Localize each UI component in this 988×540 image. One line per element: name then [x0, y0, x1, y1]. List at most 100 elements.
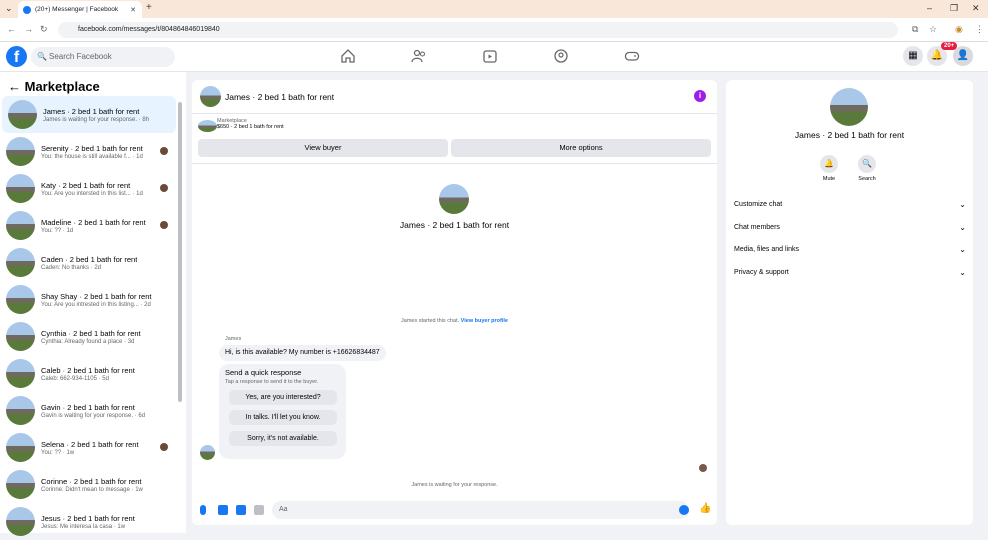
conversation-item[interactable]: Cynthia · 2 bed 1 bath for rent Cynthia: …	[0, 318, 178, 355]
listing-summary[interactable]: Marketplace $650 · 2 bed 1 bath for rent	[198, 118, 284, 132]
message-sender: James	[225, 336, 242, 342]
close-window-icon[interactable]: ✕	[972, 3, 980, 14]
close-tab-icon[interactable]: ✕	[130, 6, 136, 14]
conversation-preview: You: ?? · 1w	[41, 449, 75, 456]
bookmark-star-icon[interactable]: ☆	[929, 24, 937, 35]
conversation-item[interactable]: James · 2 bed 1 bath for rent James is wa…	[2, 96, 176, 133]
gif-icon[interactable]	[254, 505, 264, 515]
chat-header: James · 2 bed 1 bath for rent i	[192, 80, 717, 114]
media-files-links-label: Media, files and links	[734, 246, 799, 253]
chevron-down-icon: ⌄	[959, 268, 966, 277]
url-text: facebook.com/messages/t/804864846019840	[78, 26, 220, 33]
details-avatar[interactable]	[830, 88, 868, 126]
conversation-sidebar: ← Marketplace James · 2 bed 1 bath for r…	[0, 72, 186, 536]
conversation-info-icon[interactable]: i	[694, 90, 706, 102]
menu-grid-icon[interactable]: ▦	[903, 46, 923, 66]
read-receipt-avatar	[160, 147, 168, 155]
customize-chat-row[interactable]: Customize chat ⌄	[734, 200, 966, 209]
quick-response-talks-button[interactable]: In talks. I'll let you know.	[229, 410, 337, 425]
page-scrollbar[interactable]	[982, 72, 988, 533]
conversation-name: Jesus · 2 bed 1 bath for rent	[41, 513, 135, 523]
media-files-links-row[interactable]: Media, files and links ⌄	[734, 245, 966, 254]
reload-icon[interactable]: ↻	[40, 24, 48, 35]
conversation-preview: You: Are you intrested in this listing..…	[41, 301, 151, 308]
view-buyer-profile-link[interactable]: View buyer profile	[461, 318, 508, 324]
back-arrow-icon[interactable]: ←	[8, 79, 25, 94]
conversation-name: Caleb · 2 bed 1 bath for rent	[41, 365, 135, 375]
message-input[interactable]: Aa	[272, 501, 689, 519]
chat-members-row[interactable]: Chat members ⌄	[734, 223, 966, 232]
conversation-item[interactable]: Shay Shay · 2 bed 1 bath for rent You: Ar…	[0, 281, 178, 318]
install-icon[interactable]: ⧉	[912, 24, 918, 35]
chat-title[interactable]: James · 2 bed 1 bath for rent	[225, 92, 334, 102]
gaming-icon[interactable]	[624, 48, 640, 64]
more-options-button[interactable]: More options	[451, 139, 711, 157]
message-composer: Aa 👍	[192, 500, 717, 522]
view-buyer-button[interactable]: View buyer	[198, 139, 448, 157]
conversation-item[interactable]: Caleb · 2 bed 1 bath for rent Caleb: 662-…	[0, 355, 178, 392]
buyer-profile-avatar[interactable]	[439, 184, 469, 214]
conversation-item[interactable]: Jesus · 2 bed 1 bath for rent Jesus: Me i…	[0, 503, 178, 540]
groups-icon[interactable]	[553, 48, 569, 64]
chevron-down-icon: ⌄	[959, 245, 966, 254]
home-icon[interactable]	[340, 48, 356, 64]
address-bar-row: ← → ↻ facebook.com/messages/t/8048648460…	[0, 18, 988, 42]
waiting-notice: James is waiting for your response.	[411, 482, 498, 488]
read-receipt-avatar	[160, 443, 168, 451]
account-avatar-icon[interactable]: 👤	[953, 46, 973, 66]
restore-icon[interactable]: ❐	[950, 3, 958, 14]
quick-response-unavailable-button[interactable]: Sorry, it's not available.	[229, 431, 337, 446]
conversation-text: Corinne · 2 bed 1 bath for rent Corinne: …	[41, 477, 143, 493]
conversation-item[interactable]: Selena · 2 bed 1 bath for rent You: ?? · …	[0, 429, 178, 466]
microphone-icon[interactable]	[200, 505, 206, 515]
back-icon[interactable]: ←	[7, 24, 16, 34]
facebook-header: f 🔍 Search Facebook ▦ 🔔 20+ 👤	[0, 42, 988, 72]
conversation-item[interactable]: Corinne · 2 bed 1 bath for rent Corinne: …	[0, 466, 178, 503]
details-panel: James · 2 bed 1 bath for rent 🔔 Mute 🔍 S…	[726, 80, 973, 525]
minimize-icon[interactable]: –	[927, 3, 932, 13]
customize-chat-label: Customize chat	[734, 201, 783, 208]
thumbs-up-icon[interactable]: 👍	[699, 503, 711, 514]
browser-menu-icon[interactable]: ⋮	[975, 24, 984, 35]
conversation-item[interactable]: Serenity · 2 bed 1 bath for rent You: the…	[0, 133, 178, 170]
quick-response-yes-button[interactable]: Yes, are you interested?	[229, 390, 337, 405]
privacy-support-row[interactable]: Privacy & support ⌄	[734, 268, 966, 277]
browser-tab[interactable]: (20+) Messenger | Facebook ✕	[18, 1, 142, 18]
conversation-preview: You: Are you intersted in this list... ·…	[41, 190, 143, 197]
emoji-icon[interactable]	[679, 505, 689, 515]
sidebar-scrollbar[interactable]	[178, 102, 182, 402]
forward-icon[interactable]: →	[24, 24, 33, 34]
conversation-item[interactable]: Madeline · 2 bed 1 bath for rent You: ?? …	[0, 207, 178, 244]
conversation-text: Selena · 2 bed 1 bath for rent You: ?? · …	[41, 440, 139, 456]
conversation-avatar	[6, 322, 35, 351]
friends-icon[interactable]	[411, 48, 427, 64]
video-icon[interactable]	[482, 48, 498, 64]
new-tab-icon[interactable]: +	[146, 2, 152, 13]
sticker-icon[interactable]	[236, 505, 246, 515]
facebook-logo-icon[interactable]: f	[6, 46, 27, 67]
conversation-name: Gavin · 2 bed 1 bath for rent	[41, 402, 135, 412]
photo-icon[interactable]	[218, 505, 228, 515]
chat-avatar[interactable]	[200, 86, 221, 107]
conversation-preview: You: the house is still available f... ·…	[41, 153, 143, 160]
address-bar[interactable]: facebook.com/messages/t/804864846019840	[58, 22, 898, 38]
conversation-preview: You: ?? · 1d	[41, 227, 74, 234]
conversation-text: Caleb · 2 bed 1 bath for rent Caleb: 662-…	[41, 366, 135, 382]
facebook-favicon-icon	[23, 5, 31, 14]
profile-icon[interactable]: ◉	[955, 24, 963, 35]
conversation-avatar	[6, 470, 35, 499]
conversation-name: Serenity · 2 bed 1 bath for rent	[41, 143, 143, 153]
conversation-preview: Caden: No thanks · 2d	[41, 264, 102, 271]
tab-search-icon[interactable]: ⌄	[5, 3, 13, 14]
conversation-item[interactable]: Katy · 2 bed 1 bath for rent You: Are you…	[0, 170, 178, 207]
conversation-preview: Corinne: Didn't mean to message · 1w	[41, 486, 143, 493]
facebook-search-input[interactable]: 🔍 Search Facebook	[31, 47, 175, 67]
conversation-item[interactable]: Gavin · 2 bed 1 bath for rent Gavin is wa…	[0, 392, 178, 429]
conversation-preview: Gavin is waiting for your response. · 6d	[41, 412, 146, 419]
listing-thumbnail	[198, 120, 217, 132]
search-conversation-icon[interactable]: 🔍	[858, 155, 876, 173]
mute-bell-icon[interactable]: 🔔	[820, 155, 838, 173]
conversation-name: Shay Shay · 2 bed 1 bath for rent	[41, 291, 152, 301]
conversation-item[interactable]: Caden · 2 bed 1 bath for rent Caden: No t…	[0, 244, 178, 281]
incoming-message[interactable]: Hi, is this available? My number is +166…	[219, 345, 386, 361]
